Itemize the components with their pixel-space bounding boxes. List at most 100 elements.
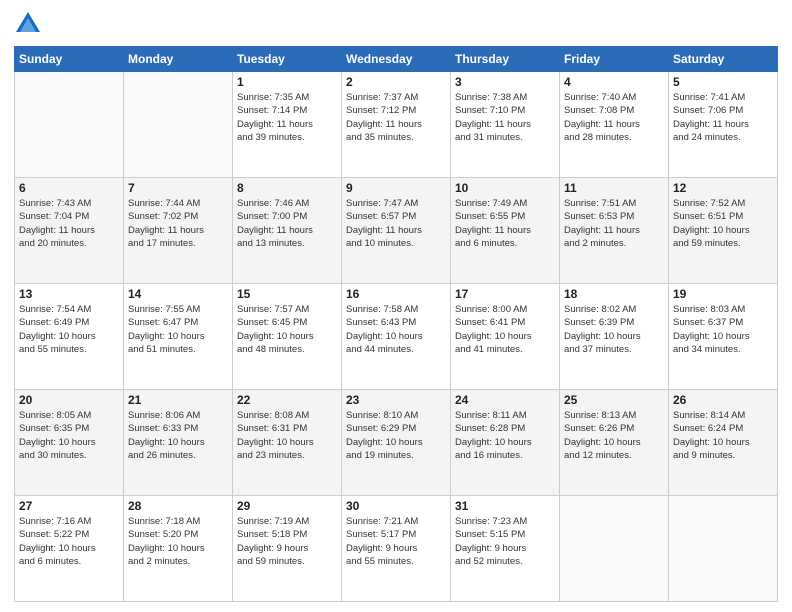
day-cell: 9 Sunrise: 7:47 AM Sunset: 6:57 PM Daylig… [342, 178, 451, 284]
day-info: Sunrise: 7:35 AM Sunset: 7:14 PM Dayligh… [237, 91, 337, 144]
day-cell: 11 Sunrise: 7:51 AM Sunset: 6:53 PM Dayli… [560, 178, 669, 284]
day-info: Sunrise: 8:10 AM Sunset: 6:29 PM Dayligh… [346, 409, 446, 462]
day-number: 4 [564, 75, 664, 89]
day-cell: 18 Sunrise: 8:02 AM Sunset: 6:39 PM Dayli… [560, 284, 669, 390]
day-info: Sunrise: 7:47 AM Sunset: 6:57 PM Dayligh… [346, 197, 446, 250]
day-info: Sunrise: 7:46 AM Sunset: 7:00 PM Dayligh… [237, 197, 337, 250]
day-info: Sunrise: 7:16 AM Sunset: 5:22 PM Dayligh… [19, 515, 119, 568]
day-number: 3 [455, 75, 555, 89]
day-number: 23 [346, 393, 446, 407]
day-cell: 17Sunrise: 8:00 AM Sunset: 6:41 PM Dayli… [451, 284, 560, 390]
week-row-4: 20 Sunrise: 8:05 AM Sunset: 6:35 PM Dayli… [15, 390, 778, 496]
day-number: 9 [346, 181, 446, 195]
day-number: 22 [237, 393, 337, 407]
day-number: 11 [564, 181, 664, 195]
day-info: Sunrise: 7:40 AM Sunset: 7:08 PM Dayligh… [564, 91, 664, 144]
day-number: 12 [673, 181, 773, 195]
day-info: Sunrise: 7:21 AM Sunset: 5:17 PM Dayligh… [346, 515, 446, 568]
day-number: 19 [673, 287, 773, 301]
day-cell: 21 Sunrise: 8:06 AM Sunset: 6:33 PM Dayli… [124, 390, 233, 496]
day-number: 17 [455, 287, 555, 301]
day-cell: 12 Sunrise: 7:52 AM Sunset: 6:51 PM Dayli… [669, 178, 778, 284]
week-row-3: 13Sunrise: 7:54 AM Sunset: 6:49 PM Dayli… [15, 284, 778, 390]
day-info: Sunrise: 7:19 AM Sunset: 5:18 PM Dayligh… [237, 515, 337, 568]
day-cell [560, 496, 669, 602]
day-info: Sunrise: 8:13 AM Sunset: 6:26 PM Dayligh… [564, 409, 664, 462]
day-cell: 5 Sunrise: 7:41 AM Sunset: 7:06 PM Daylig… [669, 72, 778, 178]
day-info: Sunrise: 8:05 AM Sunset: 6:35 PM Dayligh… [19, 409, 119, 462]
day-number: 18 [564, 287, 664, 301]
day-cell: 23 Sunrise: 8:10 AM Sunset: 6:29 PM Dayli… [342, 390, 451, 496]
logo [14, 10, 44, 38]
day-number: 27 [19, 499, 119, 513]
week-row-1: 1 Sunrise: 7:35 AM Sunset: 7:14 PM Daylig… [15, 72, 778, 178]
day-cell: 29 Sunrise: 7:19 AM Sunset: 5:18 PM Dayli… [233, 496, 342, 602]
day-number: 25 [564, 393, 664, 407]
day-number: 28 [128, 499, 228, 513]
day-cell: 13Sunrise: 7:54 AM Sunset: 6:49 PM Dayli… [15, 284, 124, 390]
page: SundayMondayTuesdayWednesdayThursdayFrid… [0, 0, 792, 612]
logo-icon [14, 10, 42, 38]
day-cell: 3 Sunrise: 7:38 AM Sunset: 7:10 PM Daylig… [451, 72, 560, 178]
day-info: Sunrise: 7:55 AM Sunset: 6:47 PM Dayligh… [128, 303, 228, 356]
day-info: Sunrise: 8:08 AM Sunset: 6:31 PM Dayligh… [237, 409, 337, 462]
day-info: Sunrise: 8:06 AM Sunset: 6:33 PM Dayligh… [128, 409, 228, 462]
day-cell: 8Sunrise: 7:46 AM Sunset: 7:00 PM Daylig… [233, 178, 342, 284]
day-info: Sunrise: 7:49 AM Sunset: 6:55 PM Dayligh… [455, 197, 555, 250]
day-number: 2 [346, 75, 446, 89]
day-info: Sunrise: 7:41 AM Sunset: 7:06 PM Dayligh… [673, 91, 773, 144]
day-info: Sunrise: 7:38 AM Sunset: 7:10 PM Dayligh… [455, 91, 555, 144]
day-cell: 4 Sunrise: 7:40 AM Sunset: 7:08 PM Daylig… [560, 72, 669, 178]
day-info: Sunrise: 7:18 AM Sunset: 5:20 PM Dayligh… [128, 515, 228, 568]
day-cell: 27 Sunrise: 7:16 AM Sunset: 5:22 PM Dayli… [15, 496, 124, 602]
day-cell: 10 Sunrise: 7:49 AM Sunset: 6:55 PM Dayli… [451, 178, 560, 284]
day-number: 5 [673, 75, 773, 89]
day-cell: 26 Sunrise: 8:14 AM Sunset: 6:24 PM Dayli… [669, 390, 778, 496]
day-cell: 7 Sunrise: 7:44 AM Sunset: 7:02 PM Daylig… [124, 178, 233, 284]
header-row: SundayMondayTuesdayWednesdayThursdayFrid… [15, 47, 778, 72]
week-row-2: 6Sunrise: 7:43 AM Sunset: 7:04 PM Daylig… [15, 178, 778, 284]
day-info: Sunrise: 7:37 AM Sunset: 7:12 PM Dayligh… [346, 91, 446, 144]
day-cell: 19Sunrise: 8:03 AM Sunset: 6:37 PM Dayli… [669, 284, 778, 390]
day-number: 1 [237, 75, 337, 89]
day-info: Sunrise: 8:11 AM Sunset: 6:28 PM Dayligh… [455, 409, 555, 462]
day-cell: 25 Sunrise: 8:13 AM Sunset: 6:26 PM Dayli… [560, 390, 669, 496]
day-number: 20 [19, 393, 119, 407]
day-number: 14 [128, 287, 228, 301]
col-header-tuesday: Tuesday [233, 47, 342, 72]
day-cell [15, 72, 124, 178]
day-number: 24 [455, 393, 555, 407]
day-number: 26 [673, 393, 773, 407]
day-cell: 22 Sunrise: 8:08 AM Sunset: 6:31 PM Dayli… [233, 390, 342, 496]
day-number: 7 [128, 181, 228, 195]
day-info: Sunrise: 7:57 AM Sunset: 6:45 PM Dayligh… [237, 303, 337, 356]
day-info: Sunrise: 7:52 AM Sunset: 6:51 PM Dayligh… [673, 197, 773, 250]
day-number: 10 [455, 181, 555, 195]
day-cell: 30Sunrise: 7:21 AM Sunset: 5:17 PM Dayli… [342, 496, 451, 602]
day-info: Sunrise: 8:02 AM Sunset: 6:39 PM Dayligh… [564, 303, 664, 356]
day-number: 16 [346, 287, 446, 301]
day-cell: 28 Sunrise: 7:18 AM Sunset: 5:20 PM Dayli… [124, 496, 233, 602]
day-info: Sunrise: 7:44 AM Sunset: 7:02 PM Dayligh… [128, 197, 228, 250]
col-header-sunday: Sunday [15, 47, 124, 72]
day-cell [124, 72, 233, 178]
day-number: 31 [455, 499, 555, 513]
day-cell: 2 Sunrise: 7:37 AM Sunset: 7:12 PM Daylig… [342, 72, 451, 178]
day-info: Sunrise: 7:54 AM Sunset: 6:49 PM Dayligh… [19, 303, 119, 356]
day-number: 29 [237, 499, 337, 513]
day-info: Sunrise: 7:23 AM Sunset: 5:15 PM Dayligh… [455, 515, 555, 568]
day-cell: 14 Sunrise: 7:55 AM Sunset: 6:47 PM Dayli… [124, 284, 233, 390]
day-cell: 31 Sunrise: 7:23 AM Sunset: 5:15 PM Dayli… [451, 496, 560, 602]
col-header-friday: Friday [560, 47, 669, 72]
day-number: 15 [237, 287, 337, 301]
day-info: Sunrise: 8:14 AM Sunset: 6:24 PM Dayligh… [673, 409, 773, 462]
col-header-wednesday: Wednesday [342, 47, 451, 72]
day-cell: 15 Sunrise: 7:57 AM Sunset: 6:45 PM Dayli… [233, 284, 342, 390]
calendar-table: SundayMondayTuesdayWednesdayThursdayFrid… [14, 46, 778, 602]
day-number: 21 [128, 393, 228, 407]
day-cell: 6Sunrise: 7:43 AM Sunset: 7:04 PM Daylig… [15, 178, 124, 284]
day-cell: 1 Sunrise: 7:35 AM Sunset: 7:14 PM Daylig… [233, 72, 342, 178]
header [14, 10, 778, 38]
day-cell: 20 Sunrise: 8:05 AM Sunset: 6:35 PM Dayli… [15, 390, 124, 496]
day-info: Sunrise: 7:51 AM Sunset: 6:53 PM Dayligh… [564, 197, 664, 250]
